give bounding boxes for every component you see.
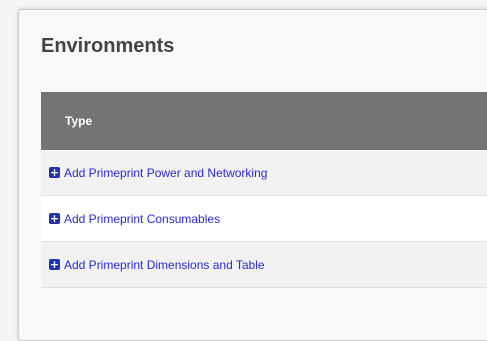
plus-square-icon[interactable]: + xyxy=(49,167,60,178)
table-row: + Add Primeprint Power and Networking xyxy=(41,150,487,196)
table-row: + Add Primeprint Consumables xyxy=(41,196,487,242)
column-header-type: Type xyxy=(41,92,487,150)
table-row: + Add Primeprint Dimensions and Table xyxy=(41,242,487,288)
panel-title: Environments xyxy=(41,35,175,57)
add-power-networking-link[interactable]: Add Primeprint Power and Networking xyxy=(64,166,267,180)
plus-square-icon[interactable]: + xyxy=(49,213,60,224)
environments-table: Type + Add Primeprint Power and Networki… xyxy=(41,92,487,288)
add-consumables-link[interactable]: Add Primeprint Consumables xyxy=(64,212,220,226)
environments-panel: Environments Type + Add Primeprint Power… xyxy=(18,9,487,341)
plus-square-icon[interactable]: + xyxy=(49,259,60,270)
column-header-label: Type xyxy=(65,114,93,128)
add-dimensions-table-link[interactable]: Add Primeprint Dimensions and Table xyxy=(64,258,265,272)
